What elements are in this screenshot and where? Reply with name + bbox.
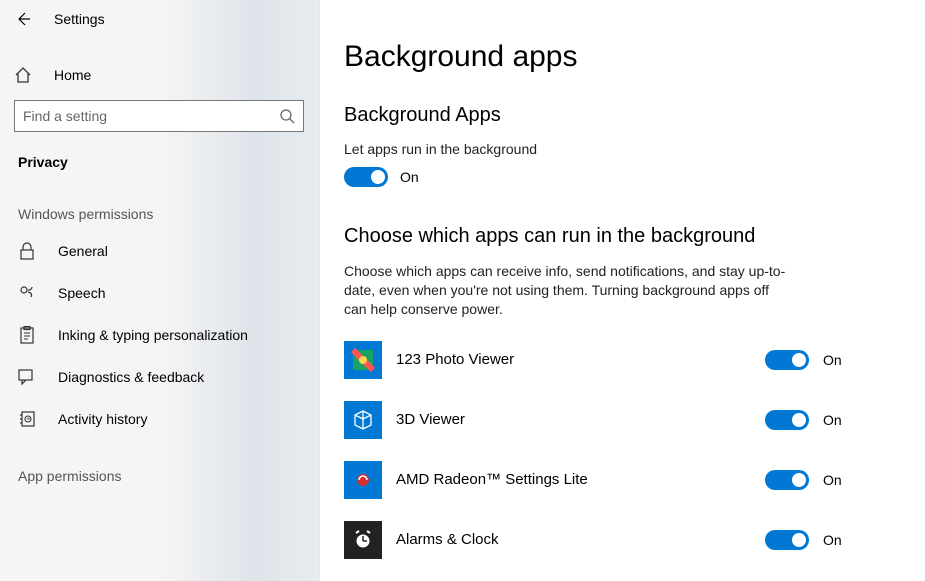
home-label: Home: [54, 67, 91, 83]
back-button[interactable]: [14, 10, 32, 28]
app-toggle[interactable]: [765, 410, 809, 430]
choose-apps-subhead: Choose which apps can run in the backgro…: [344, 225, 885, 248]
app-toggle[interactable]: [765, 350, 809, 370]
app-toggle[interactable]: [765, 530, 809, 550]
feedback-icon: [18, 368, 36, 386]
sidebar-item-label: Inking & typing personalization: [58, 327, 248, 343]
app-permissions-label: App permissions: [0, 440, 319, 492]
privacy-section-label: Privacy: [0, 132, 319, 178]
search-input[interactable]: [23, 108, 279, 124]
app-toggle-state: On: [823, 472, 842, 488]
sidebar-item-inking[interactable]: Inking & typing personalization: [0, 314, 319, 356]
master-toggle[interactable]: [344, 167, 388, 187]
app-toggle-state: On: [823, 532, 842, 548]
sidebar-item-label: Activity history: [58, 411, 147, 427]
app-name: 3D Viewer: [396, 411, 765, 428]
app-toggle-state: On: [823, 412, 842, 428]
background-apps-subhead: Background Apps: [344, 104, 885, 127]
search-box[interactable]: [14, 100, 304, 132]
sidebar-item-label: General: [58, 243, 108, 259]
app-row: Alarms & Clock On: [344, 521, 885, 559]
history-icon: [18, 410, 36, 428]
settings-label: Settings: [54, 11, 105, 27]
let-apps-run-label: Let apps run in the background: [344, 141, 885, 157]
app-name: AMD Radeon™ Settings Lite: [396, 471, 765, 488]
sidebar: Settings Home Privacy Windows permission…: [0, 0, 320, 581]
app-toggle-state: On: [823, 352, 842, 368]
home-nav[interactable]: Home: [0, 56, 319, 94]
app-icon-alarms: [344, 521, 382, 559]
app-icon-123photo: [344, 341, 382, 379]
home-icon: [14, 66, 32, 84]
search-icon: [279, 108, 295, 124]
sidebar-item-label: Diagnostics & feedback: [58, 369, 204, 385]
back-arrow-icon: [15, 11, 31, 27]
app-row: AMD Radeon™ Settings Lite On: [344, 461, 885, 499]
page-title: Background apps: [344, 40, 885, 74]
app-name: 123 Photo Viewer: [396, 351, 765, 368]
sidebar-item-speech[interactable]: Speech: [0, 272, 319, 314]
lock-icon: [18, 242, 36, 260]
sidebar-item-activity[interactable]: Activity history: [0, 398, 319, 440]
app-row: 123 Photo Viewer On: [344, 341, 885, 379]
app-icon-amd: [344, 461, 382, 499]
app-toggle[interactable]: [765, 470, 809, 490]
master-toggle-state: On: [400, 169, 419, 185]
sidebar-item-diagnostics[interactable]: Diagnostics & feedback: [0, 356, 319, 398]
speech-icon: [18, 284, 36, 302]
sidebar-item-label: Speech: [58, 285, 105, 301]
windows-permissions-label: Windows permissions: [0, 178, 319, 230]
app-name: Alarms & Clock: [396, 531, 765, 548]
choose-apps-desc: Choose which apps can receive info, send…: [344, 262, 794, 319]
app-icon-3dviewer: [344, 401, 382, 439]
main-content: Background apps Background Apps Let apps…: [320, 0, 925, 581]
app-row: 3D Viewer On: [344, 401, 885, 439]
sidebar-item-general[interactable]: General: [0, 230, 319, 272]
clipboard-icon: [18, 326, 36, 344]
